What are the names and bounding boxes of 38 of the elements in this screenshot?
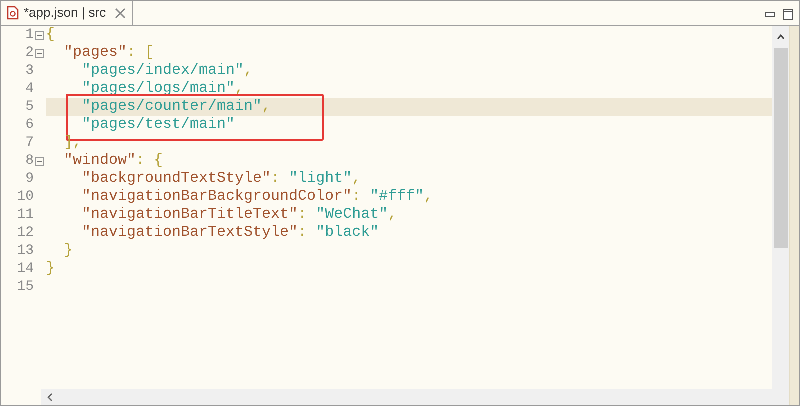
scroll-left-icon[interactable] (47, 392, 53, 402)
code-text: "window": { (63, 150, 164, 171)
code-text: "navigationBarTitleText": "WeChat", (81, 204, 398, 225)
close-icon[interactable] (115, 8, 126, 18)
collapse-icon[interactable] (35, 156, 44, 166)
code-text: "navigationBarBackgroundColor": "#fff", (81, 186, 434, 207)
code-text: "pages/test/main" (81, 114, 236, 135)
line-number: 1 (24, 26, 34, 44)
line-number: 5 (24, 98, 34, 116)
line-number: 13 (16, 242, 34, 260)
code-text: "pages/index/main", (81, 60, 254, 81)
line-number: 10 (16, 188, 34, 206)
line-number: 3 (24, 62, 34, 80)
line-number: 14 (16, 260, 34, 278)
line-number: 6 (24, 116, 34, 134)
file-icon (7, 6, 19, 20)
collapse-icon[interactable] (35, 48, 44, 58)
code-text: { (46, 24, 56, 45)
code-text: } (46, 258, 56, 279)
line-number: 12 (16, 224, 34, 242)
collapse-icon[interactable] (35, 30, 44, 40)
code-text: "pages/counter/main", (81, 96, 272, 117)
maximize-icon[interactable] (783, 9, 793, 20)
line-number: 2 (24, 44, 34, 62)
code-text: "pages": [ (63, 42, 154, 63)
minimize-icon[interactable] (765, 12, 775, 17)
code-text: "backgroundTextStyle": "light", (81, 168, 362, 189)
scrollbar-thumb[interactable] (774, 48, 788, 248)
line-number: 9 (24, 170, 34, 188)
code-text: "navigationBarTextStyle": "black" (81, 222, 380, 243)
line-number: 11 (16, 206, 34, 224)
line-number: 7 (24, 134, 34, 152)
code-text: } (63, 240, 74, 261)
vertical-scrollbar[interactable] (772, 26, 789, 405)
line-number: 8 (24, 152, 34, 170)
line-number: 4 (24, 80, 34, 98)
line-number: 15 (16, 278, 34, 296)
scroll-up-icon[interactable] (776, 34, 784, 40)
